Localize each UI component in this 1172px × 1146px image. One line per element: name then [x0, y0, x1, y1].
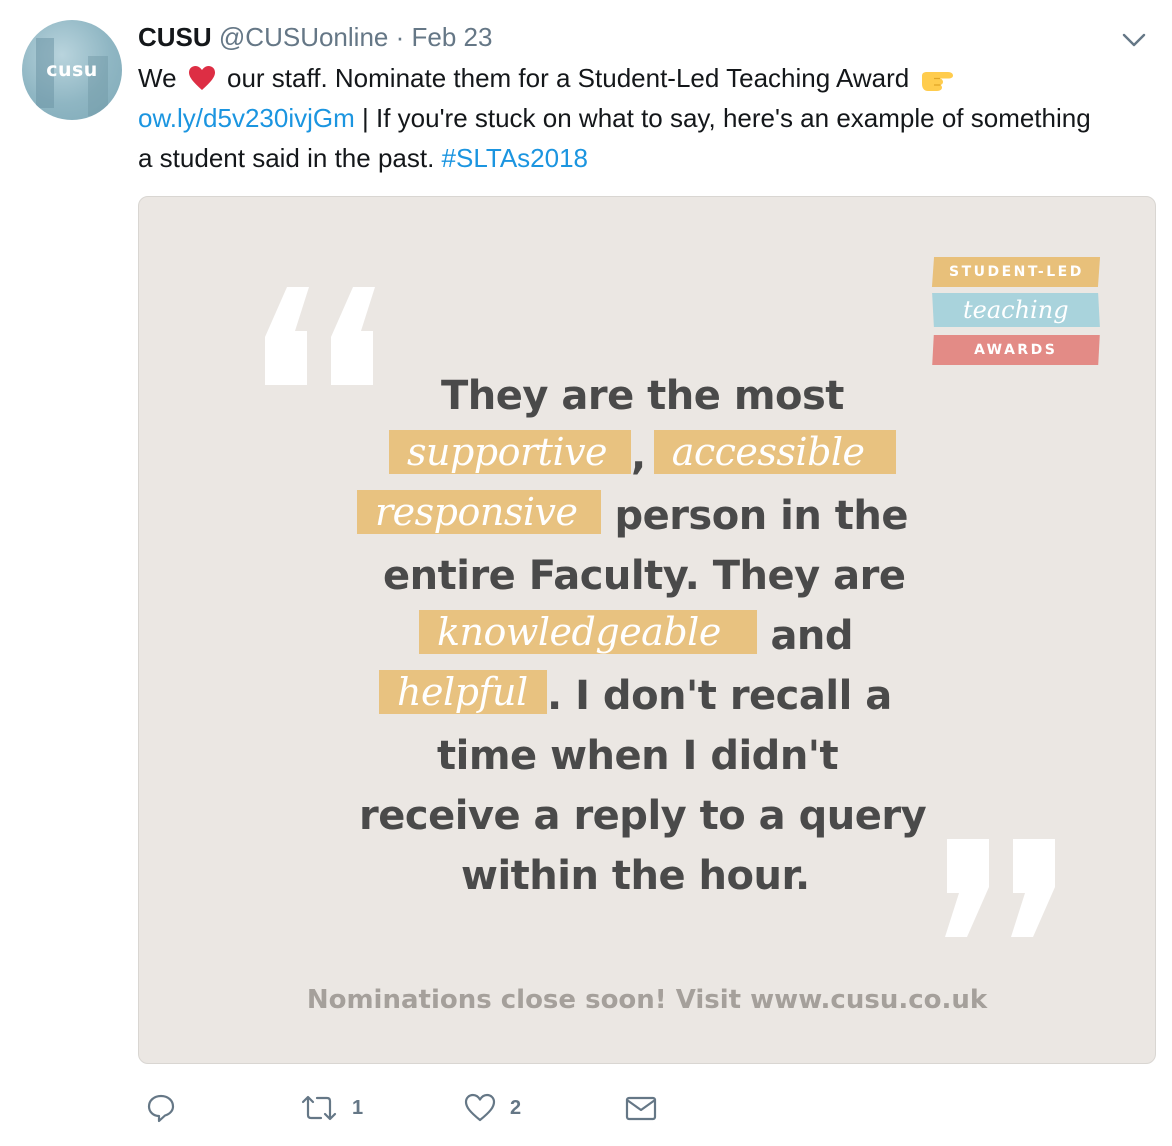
reply-button[interactable]	[146, 1088, 176, 1128]
quote-text: person in the	[614, 493, 908, 539]
heart-emoji-icon	[188, 66, 215, 90]
quote-text: . I don't recall a	[547, 673, 892, 719]
badge-strip-yellow: STUDENT-LED	[931, 257, 1101, 287]
badge-strip-blue: teaching	[932, 293, 1100, 327]
quote-line: receive a reply to a query	[359, 787, 927, 846]
badge-line-3: AWARDS	[974, 342, 1058, 358]
quote-line: entire Faculty. They are	[383, 547, 906, 606]
quote-text: ,	[631, 433, 646, 479]
like-button[interactable]: 2	[464, 1088, 521, 1128]
tweet-text: We our staff. Nominate them for a Studen…	[138, 58, 1098, 178]
badge-line-1: STUDENT-LED	[948, 264, 1084, 280]
highlight-word: responsive	[357, 490, 601, 534]
retweet-button[interactable]: 1	[300, 1088, 363, 1128]
like-count: 2	[510, 1096, 522, 1119]
retweet-icon	[301, 1095, 337, 1121]
highlight-word: accessible	[653, 430, 896, 474]
quote-text: and	[770, 613, 854, 659]
badge-strip-red: AWARDS	[932, 335, 1100, 365]
envelope-icon	[625, 1096, 657, 1121]
highlight-word: knowledgeable	[419, 610, 757, 654]
tweet-actions: 1 2	[140, 1088, 740, 1128]
quote-line: They are the most	[441, 367, 844, 426]
avatar[interactable]: cusu	[22, 20, 122, 120]
quote-line: responsive person in the	[357, 487, 908, 546]
hashtag-link[interactable]: #SLTAs2018	[442, 143, 588, 173]
quote-line: supportive, accessible	[389, 427, 896, 486]
highlight-word: helpful	[379, 670, 547, 714]
quote-text: time when I didn't	[437, 733, 839, 779]
quote-line: within the hour.	[461, 847, 810, 906]
quote-text: within the hour.	[461, 853, 810, 899]
reply-icon	[147, 1094, 175, 1123]
separator-dot: ·	[395, 22, 405, 52]
pointing-hand-emoji-icon	[922, 72, 954, 91]
tweet-text-segment: our staff. Nominate them for a Student-L…	[227, 63, 910, 93]
display-name[interactable]: CUSU	[138, 22, 212, 52]
quote-text: They are the most	[441, 373, 844, 419]
user-handle[interactable]: @CUSUonline	[219, 22, 388, 52]
heart-outline-icon	[464, 1093, 496, 1122]
close-quote-mark	[945, 839, 1055, 937]
quote-line: time when I didn't	[437, 727, 839, 786]
retweet-count: 1	[352, 1096, 364, 1119]
quote-text: entire Faculty. They are	[383, 553, 906, 599]
tweet-text-segment: We	[138, 63, 177, 93]
tweet-link[interactable]: ow.ly/d5v230ivjGm	[138, 103, 355, 133]
tweet-date[interactable]: Feb 23	[412, 22, 493, 52]
tweet-media-card[interactable]: STUDENT-LED teaching AWARDS They are the…	[138, 196, 1156, 1064]
avatar-logo: cusu	[46, 59, 98, 81]
student-led-teaching-awards-logo: STUDENT-LED teaching AWARDS	[931, 255, 1103, 375]
quote-line: knowledgeable and	[419, 607, 854, 666]
tweet-header: CUSU @CUSUonline · Feb 23	[138, 20, 492, 54]
highlight-word: supportive	[389, 430, 631, 474]
open-quote-mark	[265, 287, 375, 385]
card-footer-note: Nominations close soon! Visit www.cusu.c…	[306, 985, 988, 1015]
quote-text: receive a reply to a query	[359, 793, 927, 839]
badge-line-2: teaching	[963, 296, 1069, 324]
direct-message-button[interactable]	[624, 1088, 658, 1128]
chevron-down-icon[interactable]	[1120, 30, 1148, 50]
quote-line: helpful. I don't recall a	[379, 667, 892, 726]
